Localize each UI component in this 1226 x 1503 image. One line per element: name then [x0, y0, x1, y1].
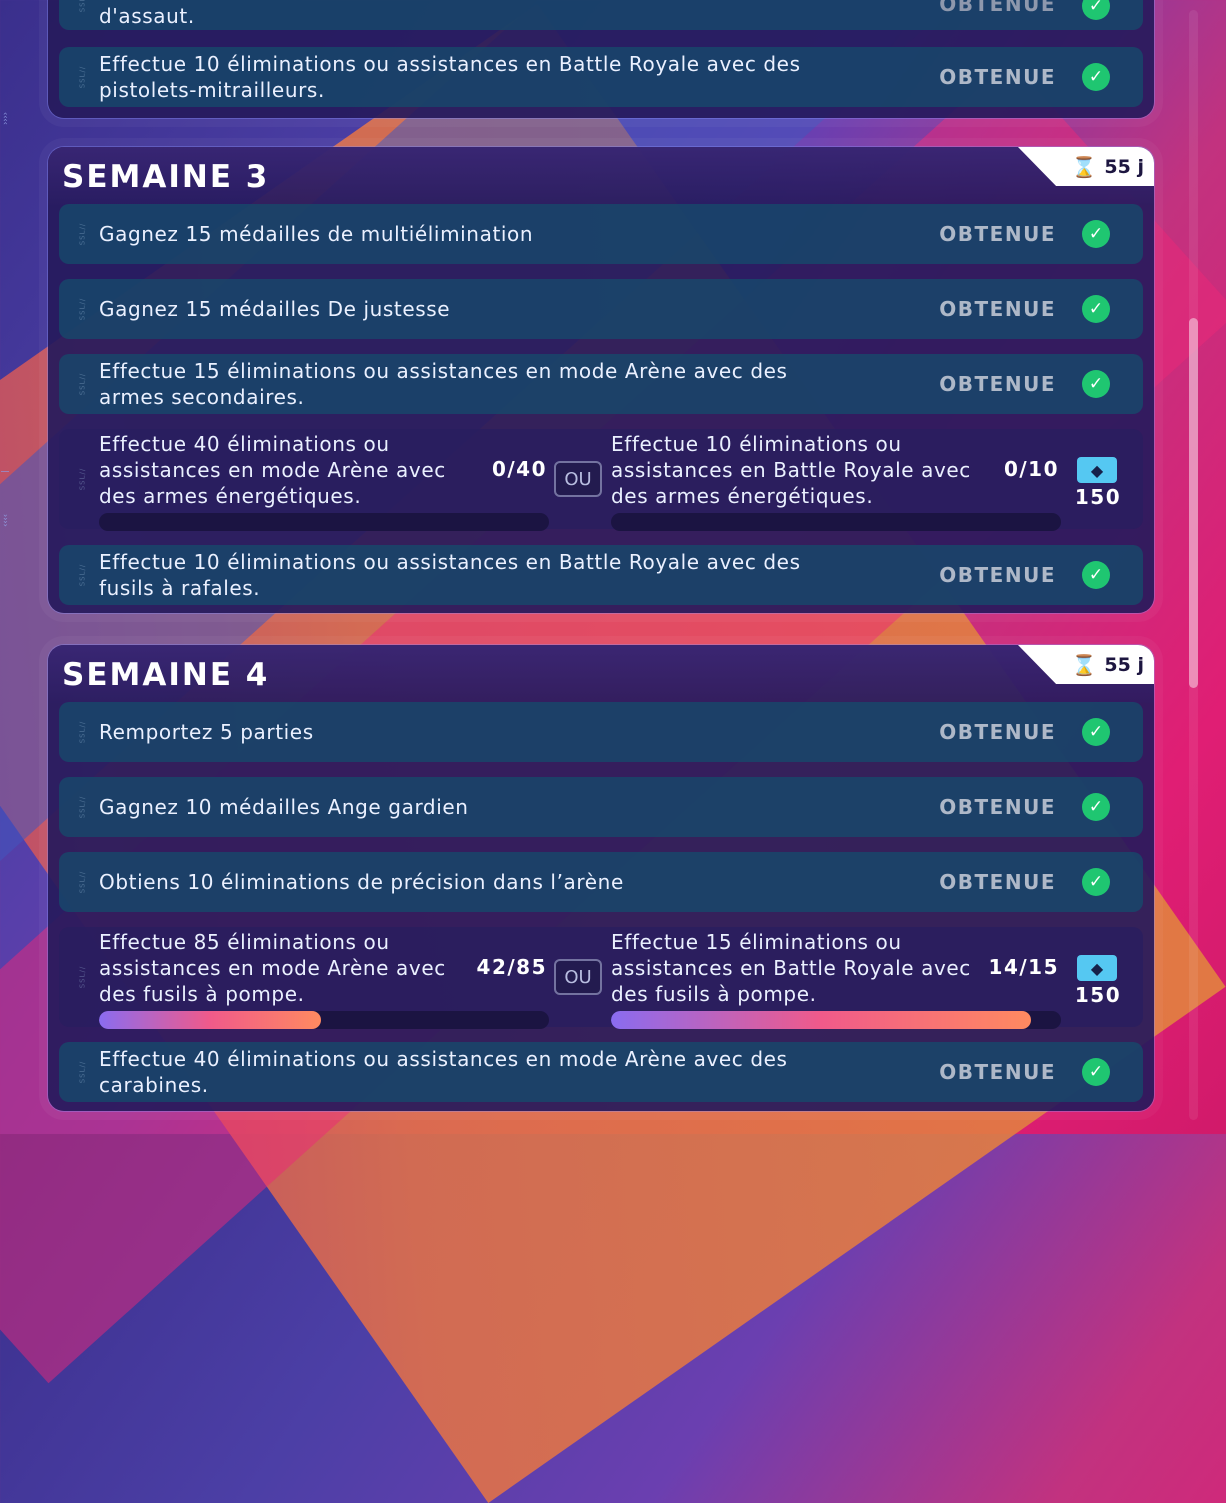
option-b-label: Effectue 15 éliminations ou assistances … — [611, 930, 971, 1006]
challenge-row: SSL// d'assaut. OBTENUE ✓ — [59, 0, 1143, 30]
challenge-row: SSL// Gagnez 15 médailles de multiélimin… — [59, 204, 1143, 264]
challenge-status: OBTENUE — [939, 65, 1056, 89]
progress-fill — [99, 1011, 322, 1029]
challenge-label: Gagnez 15 médailles de multiélimination — [99, 222, 534, 246]
check-icon: ✓ — [1082, 370, 1110, 398]
row-tag: SSL// — [78, 795, 87, 819]
or-separator: OU — [554, 461, 602, 497]
progress-bar-b — [611, 513, 1061, 531]
challenge-row: SSL// Remportez 5 parties OBTENUE ✓ — [59, 702, 1143, 762]
check-icon: ✓ — [1082, 868, 1110, 896]
option-a-count: 42/85 — [476, 955, 547, 979]
challenge-label: d'assaut. — [99, 4, 195, 28]
challenge-status: OBTENUE — [939, 870, 1056, 894]
challenge-row: SSL// Gagnez 10 médailles Ange gardien O… — [59, 777, 1143, 837]
challenge-status: OBTENUE — [939, 1060, 1056, 1084]
reward-value: 150 — [1074, 485, 1122, 509]
option-a-label: Effectue 85 éliminations ou assistances … — [99, 930, 446, 1006]
row-tag: SSL// — [78, 1060, 87, 1084]
week-panel-4: SEMAINE 4 ⌛ 55 j SSL// Remportez 5 parti… — [48, 645, 1154, 1111]
check-icon: ✓ — [1082, 295, 1110, 323]
week-panel-3: SEMAINE 3 ⌛ 55 j SSL// Gagnez 15 médaill… — [48, 147, 1154, 613]
progress-bar-b — [611, 1011, 1061, 1029]
week-header: SEMAINE 4 ⌛ 55 j — [48, 645, 1154, 703]
challenge-row: SSL// Effectue 10 éliminations ou assist… — [59, 545, 1143, 605]
challenge-label: Gagnez 10 médailles Ange gardien — [99, 795, 469, 819]
check-icon: ✓ — [1082, 0, 1110, 20]
check-icon: ✓ — [1082, 561, 1110, 589]
challenge-status: OBTENUE — [939, 720, 1056, 744]
row-tag: SSL// — [78, 222, 87, 246]
timer-badge: ⌛ 55 j — [1018, 645, 1154, 684]
option-b-count: 14/15 — [988, 955, 1059, 979]
ticket-icon: ◆ — [1077, 457, 1117, 483]
check-icon: ✓ — [1082, 1058, 1110, 1086]
check-icon: ✓ — [1082, 793, 1110, 821]
timer-value: 55 j — [1104, 155, 1144, 178]
row-tag: SSL// — [78, 720, 87, 744]
challenge-label: Effectue 10 éliminations ou assistances … — [99, 550, 801, 600]
check-icon: ✓ — [1082, 63, 1110, 91]
timer-badge: ⌛ 55 j — [1018, 147, 1154, 186]
check-icon: ✓ — [1082, 220, 1110, 248]
progress-bar-a — [99, 513, 549, 531]
ticket-icon: ◆ — [1077, 955, 1117, 981]
reward-value: 150 — [1074, 983, 1122, 1007]
scrollbar-thumb[interactable] — [1189, 318, 1198, 688]
challenge-status: OBTENUE — [939, 0, 1056, 16]
row-tag: SSL// — [78, 965, 87, 989]
challenge-label: Gagnez 15 médailles De justesse — [99, 297, 451, 321]
choice-challenge-row: SSL// Effectue 85 éliminations ou assist… — [59, 927, 1143, 1029]
progress-bar-a — [99, 1011, 549, 1029]
check-icon: ✓ — [1082, 718, 1110, 746]
week-title: SEMAINE 3 — [62, 159, 270, 195]
row-tag: SSL// — [78, 0, 87, 13]
challenge-label: Remportez 5 parties — [99, 720, 314, 744]
challenge-label: Effectue 40 éliminations ou assistances … — [99, 1047, 788, 1097]
option-b-label: Effectue 10 éliminations ou assistances … — [611, 432, 971, 508]
row-tag: SSL// — [78, 563, 87, 587]
challenge-label: Effectue 15 éliminations ou assistances … — [99, 359, 788, 409]
challenge-row: SSL// Obtiens 10 éliminations de précisi… — [59, 852, 1143, 912]
challenge-row: SSL// Effectue 15 éliminations ou assist… — [59, 354, 1143, 414]
challenge-status: OBTENUE — [939, 795, 1056, 819]
challenge-status: OBTENUE — [939, 222, 1056, 246]
challenge-row: SSL// Gagnez 15 médailles De justesse OB… — [59, 279, 1143, 339]
choice-challenge-row: SSL// Effectue 40 éliminations ou assist… — [59, 429, 1143, 531]
option-a-count: 0/40 — [491, 457, 547, 481]
challenge-row: SSL// Effectue 10 éliminations ou assist… — [59, 47, 1143, 107]
row-tag: SSL// — [78, 467, 87, 491]
challenge-status: OBTENUE — [939, 372, 1056, 396]
row-tag: SSL// — [78, 65, 87, 89]
challenge-row: SSL// Effectue 40 éliminations ou assist… — [59, 1042, 1143, 1102]
timer-value: 55 j — [1104, 653, 1144, 676]
hourglass-icon: ⌛ — [1071, 154, 1097, 179]
option-b-count: 0/10 — [1003, 457, 1059, 481]
week-title: SEMAINE 4 — [62, 657, 270, 693]
hourglass-icon: ⌛ — [1071, 652, 1097, 677]
challenge-label: Obtiens 10 éliminations de précision dan… — [99, 870, 624, 894]
week-header: SEMAINE 3 ⌛ 55 j — [48, 147, 1154, 205]
challenge-status: OBTENUE — [939, 563, 1056, 587]
option-a-label: Effectue 40 éliminations ou assistances … — [99, 432, 446, 508]
or-separator: OU — [554, 959, 602, 995]
row-tag: SSL// — [78, 372, 87, 396]
week-panel-previous: SSL// d'assaut. OBTENUE ✓ SSL// Effectue… — [48, 0, 1154, 118]
challenge-status: OBTENUE — [939, 297, 1056, 321]
row-tag: SSL// — [78, 297, 87, 321]
row-tag: SSL// — [78, 870, 87, 894]
challenge-label: Effectue 10 éliminations ou assistances … — [99, 52, 801, 102]
edge-decoration: ‹‹‹‹ | ›››› — [1, 112, 10, 527]
progress-fill — [611, 1011, 1031, 1029]
